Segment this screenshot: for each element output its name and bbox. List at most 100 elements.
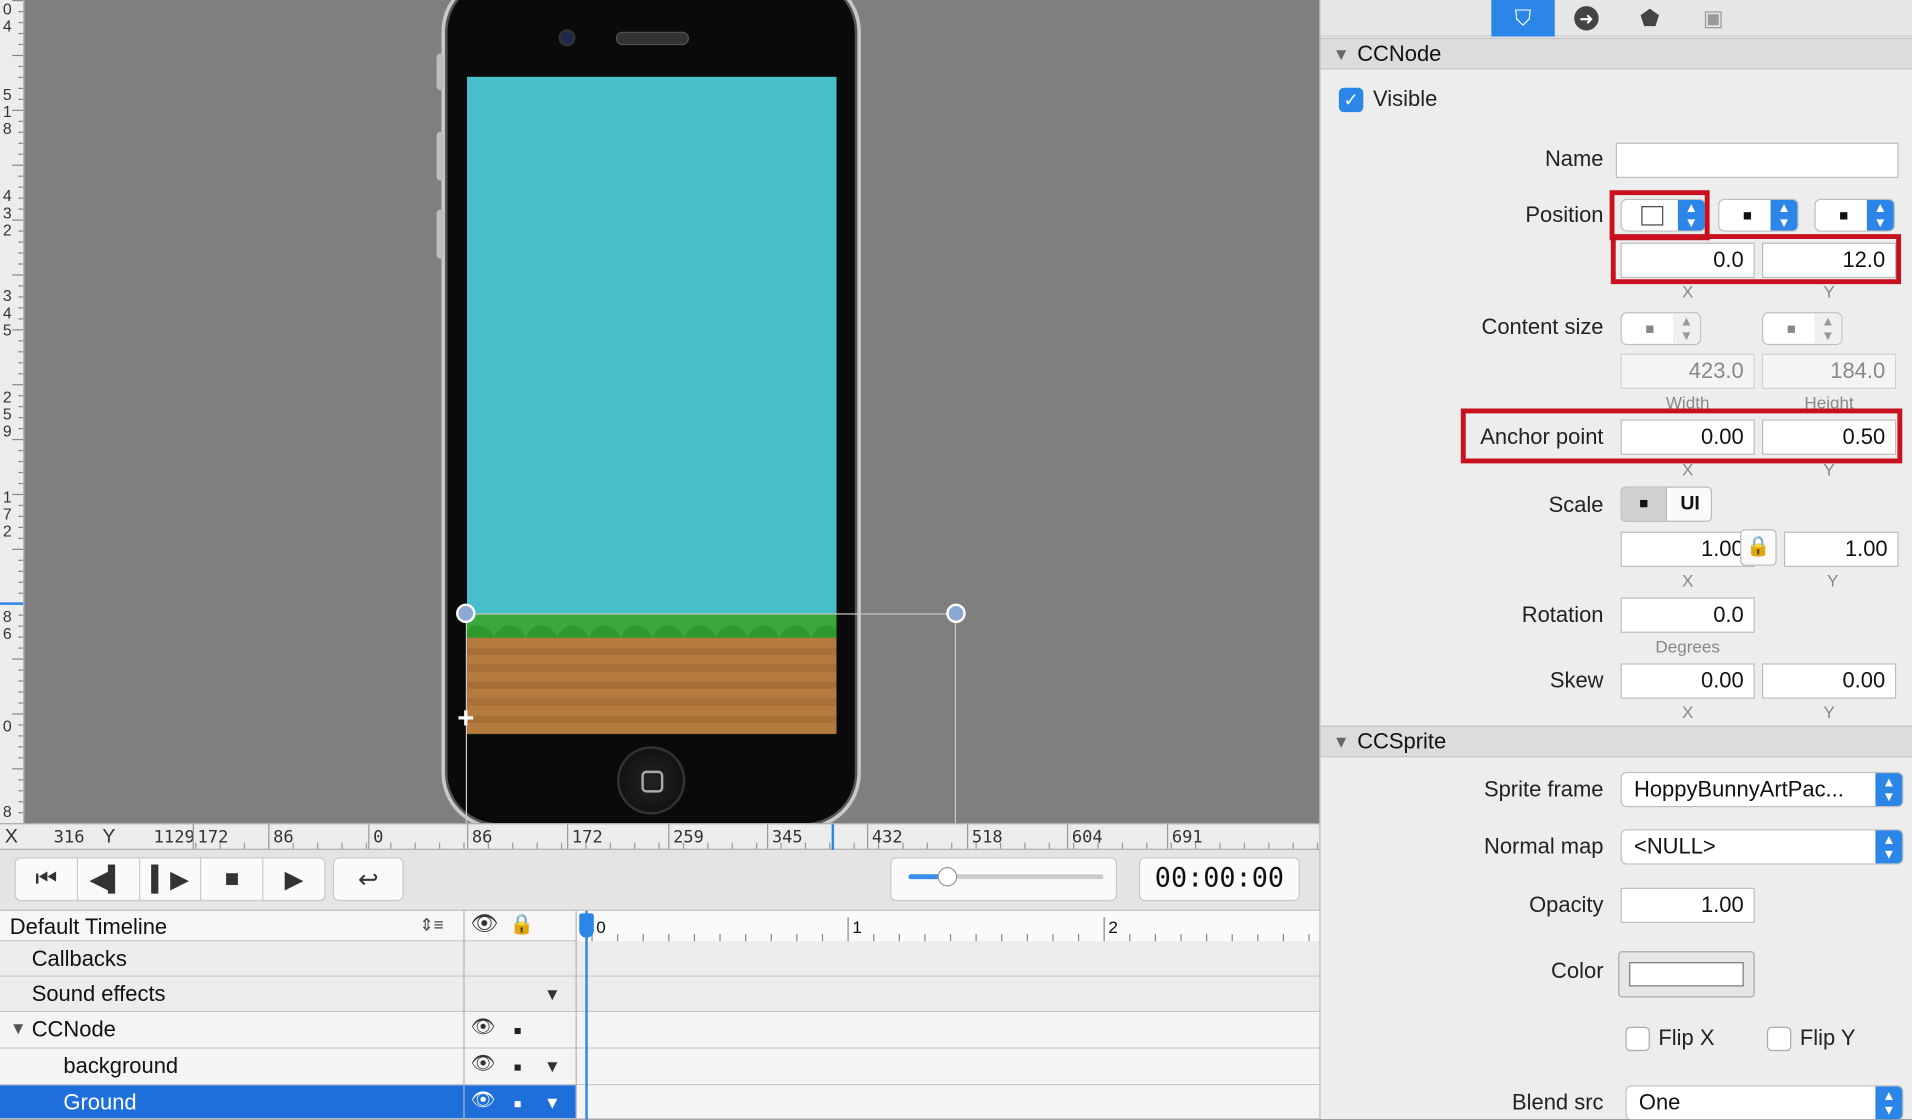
lock-icon[interactable]: 🔒 [510,912,534,936]
section-ccsprite[interactable]: ▼ CCSprite [1320,725,1912,758]
step-back-button[interactable]: ◀▍ [78,858,140,900]
skew-x-field[interactable]: 0.00 [1620,663,1755,699]
ruler-minor-tick [902,842,904,849]
zoom-knob[interactable] [937,866,958,887]
add-keyframe-menu-icon[interactable]: ▼ [544,1056,561,1076]
jump-to-start-button[interactable]: ⏮ [16,858,78,900]
vertical-ruler-tick [18,362,24,364]
vertical-ruler-tick [18,735,24,737]
vertical-ruler-tick [18,395,24,397]
selection-handle-top-right[interactable] [946,603,966,624]
position-x-unit-popup[interactable]: ▲ ▼ [1718,198,1799,232]
visibility-eye-icon[interactable]: 👁 [471,911,499,937]
timeline-row[interactable]: Ground 👁 ▼ [0,1085,1320,1120]
ruler-major-tick [467,824,469,849]
vertical-ruler-label: 7 [2,504,12,524]
disclosure-triangle-icon[interactable]: ▼ [10,1018,27,1038]
vertical-ruler-tick [18,21,24,24]
skew-y-field[interactable]: 0.00 [1762,663,1897,699]
normal-map-popup[interactable]: <NULL> ▲ ▼ [1620,829,1904,865]
loop-button[interactable]: ↩ [332,857,404,902]
anchor-point-crosshair-icon[interactable]: + [454,704,478,733]
sprite-frame-value: HoppyBunnyArtPac... [1633,776,1844,802]
timeline-chooser-icon[interactable]: ⇕≡ [419,915,443,936]
timeline-scale-tick [873,934,875,942]
normal-map-value: <NULL> [1633,834,1716,859]
vertical-ruler-tick [18,65,24,68]
scale-x-field[interactable]: 1.00 [1620,531,1755,568]
camera-icon [558,29,576,47]
vertical-ruler-tick [18,702,24,704]
timeline-scale-tick [1308,934,1310,942]
selection-handle-top-left[interactable] [456,603,476,624]
scale-y-field[interactable]: 1.00 [1783,531,1899,568]
play-button[interactable]: ▶ [264,858,325,899]
section-ccnode[interactable]: ▼ CCNode [1320,37,1912,70]
opacity-label: Opacity [1529,892,1604,917]
lock-toggle-dot[interactable] [514,1027,521,1035]
timeline-zoom-slider[interactable] [890,857,1117,902]
highlight-anchor-point [1460,408,1903,464]
lock-toggle-dot[interactable] [514,1064,521,1071]
tab-code-connections[interactable]: ➜ [1555,0,1618,37]
vertical-ruler-tick [18,669,24,671]
column-divider [463,910,465,1120]
ruler-x-value: 316 [53,827,85,848]
vertical-ruler-tick [18,559,24,561]
sprite-frame-popup[interactable]: HoppyBunnyArtPac... ▲ ▼ [1620,771,1904,808]
timeline-row[interactable]: Callbacks [0,941,1320,977]
playhead-handle-icon[interactable] [579,913,594,938]
visibility-eye-icon[interactable]: 👁 [471,1088,496,1112]
timeline-row[interactable]: background 👁 ▼ [0,1048,1320,1086]
flip-x-checkbox[interactable] [1625,1026,1650,1052]
vertical-ruler-label: 3 [2,286,12,305]
tab-physics[interactable]: ⬟ [1618,0,1681,37]
timeline-row[interactable]: ▼ CCNode 👁 [0,1012,1320,1049]
vertical-ruler-tick [18,537,24,539]
timeline-selector[interactable]: Default Timeline [10,915,167,941]
playhead[interactable] [585,910,588,1120]
visibility-eye-icon[interactable]: 👁 [471,1015,496,1039]
tab-templates[interactable]: ▣ [1682,0,1745,37]
phone-side-button [436,131,444,181]
scale-ui-segment[interactable]: UI [1668,488,1711,521]
timeline-scale-tick [1129,934,1131,942]
timeline-scale-tick [745,934,747,942]
stop-button[interactable]: ■ [202,858,264,900]
position-y-unit-popup[interactable]: ▲ ▼ [1814,198,1895,232]
timeline-row-label: Callbacks [31,946,127,971]
rotation-field[interactable]: 0.0 [1620,597,1755,633]
blend-src-value: One [1638,1090,1681,1115]
visible-checkbox[interactable]: ✓ [1338,87,1364,113]
timeline-row[interactable]: Sound effects ▼ [0,976,1320,1013]
timeline-scale[interactable]: 0 1 2 [576,910,1320,942]
vertical-ruler-tick [18,482,24,485]
scale-point-segment[interactable] [1621,487,1667,521]
flip-y-checkbox[interactable] [1766,1026,1792,1052]
visibility-eye-icon[interactable]: 👁 [471,1051,496,1075]
add-keyframe-menu-icon[interactable]: ▼ [544,984,561,1004]
properties-icon: ⛉ [1514,5,1532,30]
blend-src-popup[interactable]: One ▲ ▼ [1625,1085,1904,1120]
timeline-scale-tick [847,916,849,942]
ruler-x-label: X [4,826,18,848]
stage-canvas[interactable]: 045184323452591728608 + [0,0,1320,824]
timeline-scale-tick [1077,934,1080,942]
timeline-panel: Default Timeline ⇕≡ 👁 🔒 0 1 2 Callbacks Sou… [0,910,1320,1120]
name-field[interactable] [1615,142,1899,179]
vertical-ruler: 045184323452591728608 [0,0,25,824]
highlight-position-type [1609,190,1710,241]
step-forward-button[interactable]: ▍▶ [140,858,202,900]
add-keyframe-menu-icon[interactable]: ▼ [544,1093,561,1113]
vertical-ruler-tick [18,625,24,627]
vertical-ruler-tick [18,592,24,594]
lock-toggle-dot[interactable] [514,1101,521,1108]
scale-lock-button[interactable]: 🔒 [1740,529,1777,566]
ruler-tick-label: 172 [571,827,603,848]
opacity-field[interactable]: 1.00 [1620,887,1755,924]
color-well[interactable] [1618,951,1755,998]
vertical-ruler-tick [12,438,24,441]
unit-point-icon [1840,212,1848,220]
color-swatch [1629,962,1744,987]
tab-properties[interactable]: ⛉ [1491,0,1555,37]
